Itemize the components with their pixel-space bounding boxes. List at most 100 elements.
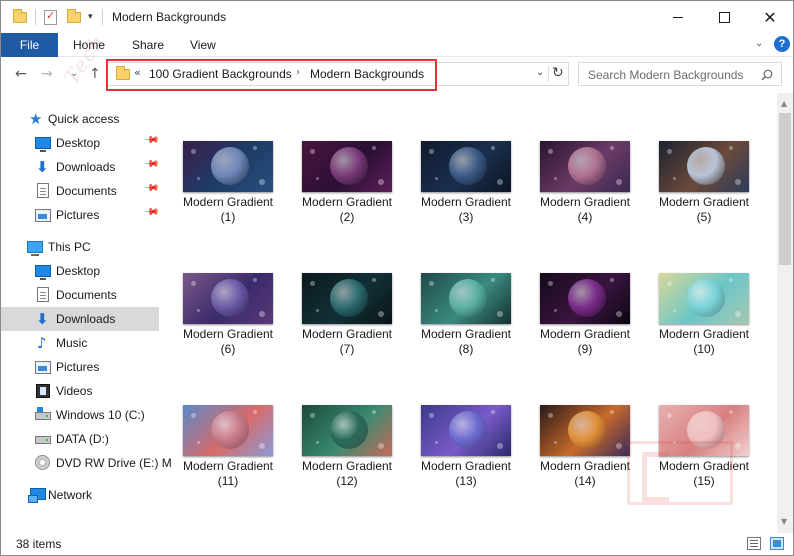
sidebar-item-pictures[interactable]: Pictures — [1, 355, 159, 379]
large-icons-view-icon[interactable] — [770, 537, 784, 550]
search-box[interactable]: Search Modern Backgrounds — [578, 62, 782, 86]
thumbnail-bubble — [610, 410, 614, 414]
file-item[interactable]: Modern Gradient (3) — [409, 139, 519, 269]
file-name-text: Modern Gradient — [182, 459, 274, 473]
sidebar-item-label: Documents — [56, 184, 117, 198]
thumbnail-bubble — [253, 410, 257, 414]
back-button[interactable]: ← — [15, 66, 27, 82]
up-button[interactable]: ↑ — [89, 66, 101, 82]
sidebar-item-downloads[interactable]: ⬇ Downloads — [1, 307, 159, 331]
new-folder-icon[interactable] — [67, 8, 81, 25]
file-item[interactable]: Modern Gradient (13) — [409, 403, 519, 533]
file-name-text: Modern Gradient — [658, 327, 750, 341]
thumbnail-bubble — [191, 149, 196, 154]
sidebar-item-label: Documents — [56, 288, 117, 302]
thumbnail-bubble — [372, 278, 376, 282]
file-name: Modern Gradient (15) — [647, 459, 761, 489]
file-name-number: (3) — [458, 210, 474, 224]
refresh-icon[interactable]: ↻ — [552, 65, 564, 81]
thumbnail-bubble — [497, 443, 503, 449]
file-item[interactable]: Modern Gradient (2) — [290, 139, 400, 269]
file-name: Modern Gradient (2) — [290, 195, 404, 225]
sidebar-item-quick-access[interactable]: ★ Quick access — [1, 107, 159, 131]
thumbnail-bubble — [378, 443, 384, 449]
file-item[interactable]: Modern Gradient (12) — [290, 403, 400, 533]
address-dropdown-icon[interactable]: ⌄ — [536, 67, 544, 78]
file-name-text: Modern Gradient — [420, 327, 512, 341]
thumbnail-sphere — [687, 147, 725, 185]
thumbnail-bubble — [667, 413, 672, 418]
customize-quick-access-icon[interactable]: ▾ — [88, 9, 93, 25]
file-item[interactable]: Modern Gradient (10) — [647, 271, 757, 401]
thumbnail-bubble — [310, 281, 315, 286]
file-item[interactable]: Modern Gradient (6) — [171, 271, 281, 401]
help-icon[interactable]: ? — [774, 36, 790, 52]
scrollbar-thumb[interactable] — [779, 113, 791, 265]
file-item[interactable]: Modern Gradient (5) — [647, 139, 757, 269]
file-item[interactable]: Modern Gradient (9) — [528, 271, 638, 401]
file-thumbnail — [540, 405, 630, 456]
sidebar-item-network[interactable]: Network — [1, 483, 159, 507]
file-list: Modern Gradient (1) Modern Gradient (2) Mode… — [161, 101, 777, 533]
sidebar-item-desktop[interactable]: Desktop 📌 — [1, 131, 160, 155]
scroll-up-icon[interactable]: ▲ — [781, 99, 787, 108]
thumbnail-bubble — [497, 179, 503, 185]
properties-icon[interactable] — [44, 9, 57, 25]
sidebar-item-documents[interactable]: Documents — [1, 283, 159, 307]
recent-locations-button[interactable]: ⌄ — [70, 66, 78, 82]
details-view-icon[interactable] — [747, 537, 761, 550]
sidebar-item-pictures[interactable]: Pictures 📌 — [1, 203, 160, 227]
dvd-drive-icon — [35, 455, 51, 471]
pictures-icon — [35, 361, 51, 377]
tab-view[interactable]: View — [190, 38, 216, 52]
sidebar-item-data-drive[interactable]: DATA (D:) — [1, 427, 159, 451]
sidebar-item-desktop[interactable]: Desktop — [1, 259, 159, 283]
file-name: Modern Gradient (4) — [528, 195, 642, 225]
file-item[interactable]: Modern Gradient (7) — [290, 271, 400, 401]
minimize-button[interactable] — [655, 1, 701, 33]
thumbnail-bubble — [491, 278, 495, 282]
file-item[interactable]: Modern Gradient (8) — [409, 271, 519, 401]
forward-button[interactable]: → — [41, 66, 53, 82]
tab-file[interactable]: File — [1, 33, 58, 57]
file-name-text: Modern Gradient — [301, 327, 393, 341]
file-thumbnail — [421, 141, 511, 192]
tab-share[interactable]: Share — [132, 38, 164, 52]
thumbnail-sphere — [449, 279, 487, 317]
tab-home[interactable]: Home — [73, 38, 105, 52]
file-name-text: Modern Gradient — [539, 195, 631, 209]
close-button[interactable]: ✕ — [747, 1, 793, 33]
sidebar-item-music[interactable]: ♪ Music — [1, 331, 159, 355]
sidebar-item-documents[interactable]: Documents 📌 — [1, 179, 160, 203]
item-count: 38 items — [16, 537, 62, 551]
file-item[interactable]: Modern Gradient (11) — [171, 403, 281, 533]
pin-icon: 📌 — [142, 156, 160, 173]
thumbnail-bubble — [735, 311, 741, 317]
search-icon[interactable] — [761, 69, 773, 81]
file-name-text: Modern Gradient — [420, 459, 512, 473]
scroll-down-icon[interactable]: ▼ — [781, 517, 787, 526]
sidebar-item-windows-drive[interactable]: Windows 10 (C:) — [1, 403, 159, 427]
file-name-number: (6) — [220, 342, 236, 356]
window-title: Modern Backgrounds — [112, 10, 227, 24]
thumbnail-bubble — [372, 410, 376, 414]
file-name-number: (4) — [577, 210, 593, 224]
status-bar: 38 items — [1, 533, 793, 555]
file-item[interactable]: Modern Gradient (15) — [647, 403, 757, 533]
sidebar-item-downloads[interactable]: ⬇ Downloads 📌 — [1, 155, 160, 179]
vertical-scrollbar[interactable]: ▲ ▼ — [777, 93, 793, 533]
file-item[interactable]: Modern Gradient (1) — [171, 139, 281, 269]
sidebar-item-this-pc[interactable]: This PC — [1, 235, 159, 259]
thumbnail-sphere — [568, 147, 606, 185]
file-name-text: Modern Gradient — [301, 195, 393, 209]
sidebar-item-videos[interactable]: Videos — [1, 379, 159, 403]
file-thumbnail — [183, 141, 273, 192]
file-item[interactable]: Modern Gradient (14) — [528, 403, 638, 533]
maximize-button[interactable] — [701, 1, 747, 33]
thumbnail-sphere — [211, 279, 249, 317]
sidebar-item-dvd-drive[interactable]: DVD RW Drive (E:) M — [1, 451, 172, 475]
expand-ribbon-icon[interactable]: ⌄ — [755, 38, 763, 49]
file-item[interactable]: Modern Gradient (4) — [528, 139, 638, 269]
file-name-number: (9) — [577, 342, 593, 356]
thumbnail-bubble — [554, 177, 557, 180]
